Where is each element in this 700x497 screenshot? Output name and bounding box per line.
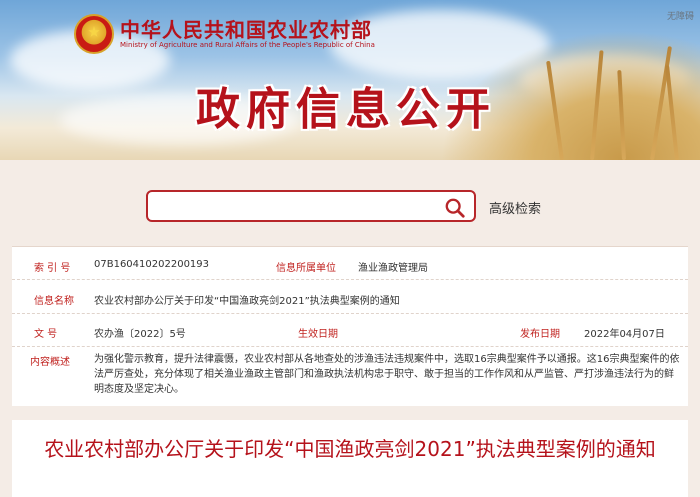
name-value: 农业农村部办公厅关于印发“中国渔政亮剑2021”执法典型案例的通知 xyxy=(94,296,400,307)
summary-value: 为强化警示教育，提升法律震慑，农业农村部从各地查处的涉渔违法违规案件中，选取16… xyxy=(94,354,680,395)
publish-date-value: 2022年04月07日 xyxy=(584,329,665,340)
index-value: 07B160410202200193 xyxy=(94,259,210,270)
publish-date-label: 发布日期 xyxy=(520,329,560,340)
national-emblem-icon[interactable] xyxy=(74,14,114,54)
docno-value: 农办渔〔2022〕5号 xyxy=(94,329,186,340)
index-label: 索 引 号 xyxy=(34,263,71,274)
search-input[interactable] xyxy=(156,197,436,215)
document-title: 农业农村部办公厅关于印发“中国渔政亮剑2021”执法典型案例的通知 xyxy=(44,437,656,461)
section-title: 政府信息公开 xyxy=(196,84,496,135)
search-icon[interactable] xyxy=(444,197,466,219)
info-row-index: 索 引 号 07B160410202200193 信息所属单位 渔业渔政管理局 xyxy=(12,247,688,280)
info-row-summary: 内容概述 为强化警示教育，提升法律震慑，农业农村部从各地查处的涉渔违法违规案件中… xyxy=(12,347,688,407)
document-title-card: 农业农村部办公厅关于印发“中国渔政亮剑2021”执法典型案例的通知 xyxy=(12,420,688,497)
docno-label: 文 号 xyxy=(34,329,58,340)
effective-date-label: 生效日期 xyxy=(298,329,338,340)
accessibility-link[interactable]: 无障碍 xyxy=(667,9,694,22)
advanced-search-link[interactable]: 高级检索 xyxy=(489,198,541,217)
document-info-table: 索 引 号 07B160410202200193 信息所属单位 渔业渔政管理局 … xyxy=(12,246,688,406)
header-banner: 中华人民共和国农业农村部 Ministry of Agriculture and… xyxy=(0,0,700,160)
unit-label: 信息所属单位 xyxy=(276,263,336,274)
summary-label: 内容概述 xyxy=(30,357,70,368)
ministry-name-cn[interactable]: 中华人民共和国农业农村部 xyxy=(120,14,372,43)
unit-value: 渔业渔政管理局 xyxy=(358,263,428,274)
name-label: 信息名称 xyxy=(34,296,74,307)
info-row-name: 信息名称 农业农村部办公厅关于印发“中国渔政亮剑2021”执法典型案例的通知 xyxy=(12,280,688,314)
search-box xyxy=(146,190,476,222)
info-row-docno: 文 号 农办渔〔2022〕5号 生效日期 发布日期 2022年04月07日 xyxy=(12,314,688,347)
ministry-name-en: Ministry of Agriculture and Rural Affair… xyxy=(120,41,375,49)
